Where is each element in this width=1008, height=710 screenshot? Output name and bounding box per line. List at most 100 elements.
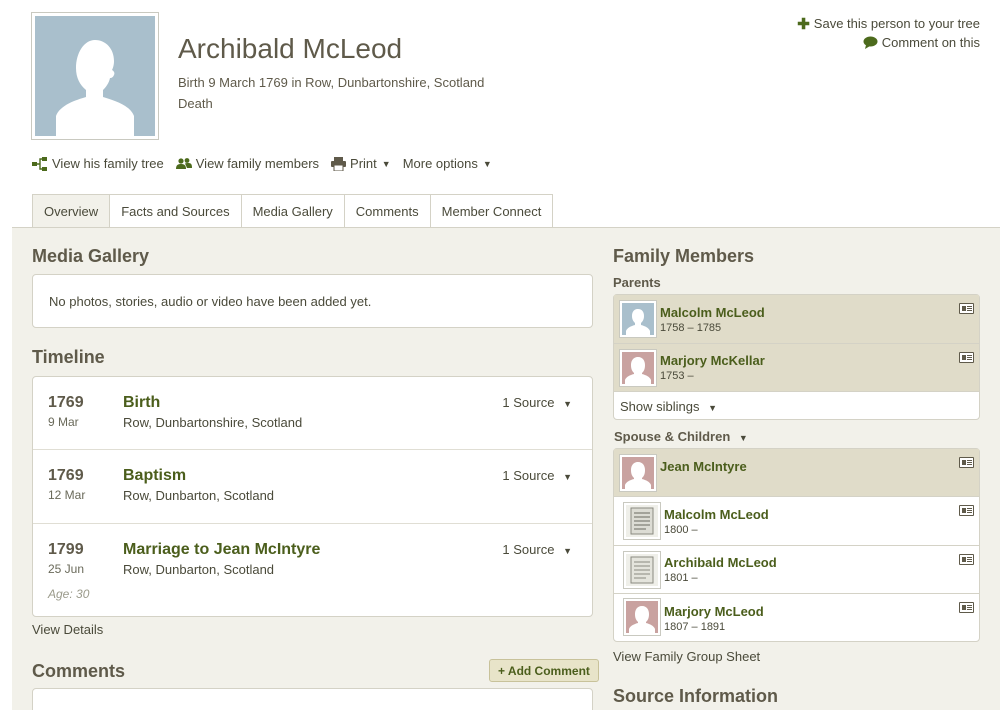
comment-link[interactable]: Comment on this: [797, 33, 980, 52]
view-family-group-sheet-link[interactable]: View Family Group Sheet: [613, 649, 760, 664]
parent-dates: 1758 – 1785: [660, 322, 722, 334]
tab-media-gallery[interactable]: Media Gallery: [241, 194, 345, 228]
child-name[interactable]: Archibald McLeod: [664, 555, 777, 570]
document-thumbnail-icon: [624, 552, 660, 588]
timeline-title: Timeline: [32, 347, 105, 367]
birth-fact: Birth 9 March 1769 in Row, Dunbartonshir…: [178, 75, 485, 90]
overview-panel: Media Gallery No photos, stories, audio …: [12, 227, 1000, 710]
media-gallery-card: No photos, stories, audio or video have …: [32, 274, 593, 328]
profile-card-icon[interactable]: [959, 505, 974, 516]
timeline-age: Age: 30: [48, 587, 90, 601]
media-empty-message: No photos, stories, audio or video have …: [49, 294, 372, 309]
spouse-row[interactable]: Jean McIntyre: [614, 449, 979, 497]
source-count: 1 Source: [502, 395, 555, 410]
male-silhouette-icon: [56, 40, 134, 136]
chevron-down-icon: ▼: [563, 546, 572, 556]
add-comment-button[interactable]: + Add Comment: [489, 659, 599, 682]
source-information-title: Source Information: [613, 686, 779, 706]
profile-photo-placeholder[interactable]: [32, 13, 158, 139]
chevron-down-icon: ▼: [381, 158, 391, 169]
tab-bar: Overview Facts and Sources Media Gallery…: [32, 194, 554, 228]
spouse-children-card: Jean McIntyre Malcolm McLeod 1800 – Arch…: [613, 448, 980, 642]
view-family-tree-label: View his family tree: [52, 156, 164, 171]
print-label: Print: [350, 156, 377, 171]
chevron-down-icon: ▼: [482, 158, 492, 169]
chevron-down-icon: ▼: [563, 399, 572, 409]
show-siblings-label: Show siblings: [620, 399, 700, 414]
comments-card: [32, 688, 593, 710]
timeline-event[interactable]: Birth: [123, 394, 160, 412]
tab-comments[interactable]: Comments: [344, 194, 431, 228]
male-avatar-icon: [620, 301, 656, 337]
parent-name[interactable]: Malcolm McLeod: [660, 305, 765, 320]
family-tree-icon: [32, 156, 47, 171]
timeline-item: 1799 25 Jun Marriage to Jean McIntyre Ro…: [33, 524, 592, 616]
timeline-date: 25 Jun: [48, 562, 85, 576]
comments-title: Comments: [32, 661, 126, 681]
view-family-members-link[interactable]: View family members: [175, 156, 320, 171]
profile-card-icon[interactable]: [959, 554, 974, 565]
plus-icon: ✚: [797, 15, 810, 33]
female-avatar-icon: [620, 455, 656, 491]
source-dropdown[interactable]: 1 Source ▼: [502, 395, 572, 410]
chevron-down-icon: ▼: [708, 403, 718, 413]
child-row[interactable]: Archibald McLeod 1801 –: [614, 546, 979, 594]
chevron-down-icon: ▼: [738, 433, 748, 443]
parent-name[interactable]: Marjory McKellar: [660, 353, 765, 368]
tab-facts-and-sources[interactable]: Facts and Sources: [110, 194, 242, 228]
view-details-link[interactable]: View Details: [32, 622, 103, 637]
save-person-link[interactable]: ✚ Save this person to your tree: [797, 14, 980, 33]
profile-card-icon[interactable]: [959, 457, 974, 468]
child-row[interactable]: Marjory McLeod 1807 – 1891: [614, 594, 979, 641]
profile-card-icon[interactable]: [959, 352, 974, 363]
child-row[interactable]: Malcolm McLeod 1800 –: [614, 497, 979, 546]
female-avatar-icon: [624, 599, 660, 635]
tab-overview[interactable]: Overview: [32, 194, 111, 228]
parent-row[interactable]: Marjory McKellar 1753 –: [614, 344, 979, 392]
top-actions: ✚ Save this person to your tree Comment …: [797, 14, 980, 52]
source-dropdown[interactable]: 1 Source ▼: [502, 468, 572, 483]
chevron-down-icon: ▼: [563, 472, 572, 482]
person-header: Archibald McLeod Birth 9 March 1769 in R…: [0, 0, 1008, 228]
show-siblings-toggle[interactable]: Show siblings ▼: [620, 399, 717, 414]
child-dates: 1801 –: [664, 572, 698, 584]
source-dropdown[interactable]: 1 Source ▼: [502, 542, 572, 557]
parent-row[interactable]: Malcolm McLeod 1758 – 1785: [614, 295, 979, 344]
timeline-event[interactable]: Marriage to Jean McIntyre: [123, 541, 320, 559]
parents-label: Parents: [613, 275, 661, 290]
child-name[interactable]: Marjory McLeod: [664, 604, 764, 619]
child-dates: 1807 – 1891: [664, 621, 726, 633]
timeline-year: 1769: [48, 394, 84, 411]
tools-row: View his family tree View family members…: [32, 156, 504, 171]
tab-member-connect[interactable]: Member Connect: [430, 194, 554, 228]
spouse-children-toggle[interactable]: Spouse & Children ▼: [614, 429, 748, 444]
timeline-place: Row, Dunbartonshire, Scotland: [123, 415, 303, 430]
comment-label: Comment on this: [881, 35, 980, 50]
save-person-label: Save this person to your tree: [813, 16, 980, 31]
print-menu[interactable]: Print ▼: [331, 156, 391, 171]
media-gallery-title: Media Gallery: [32, 246, 150, 266]
timeline-card: 1769 9 Mar Birth Row, Dunbartonshire, Sc…: [32, 376, 593, 617]
death-fact: Death: [178, 96, 213, 111]
parent-dates: 1753 –: [660, 370, 694, 382]
child-name[interactable]: Malcolm McLeod: [664, 507, 769, 522]
timeline-year: 1769: [48, 467, 84, 484]
timeline-date: 9 Mar: [48, 415, 79, 429]
spouse-name[interactable]: Jean McIntyre: [660, 459, 747, 474]
view-family-members-label: View family members: [195, 156, 320, 171]
timeline-year: 1799: [48, 541, 84, 558]
source-count: 1 Source: [502, 468, 555, 483]
family-members-title: Family Members: [613, 246, 755, 266]
timeline-item: 1769 9 Mar Birth Row, Dunbartonshire, Sc…: [33, 377, 592, 450]
profile-card-icon[interactable]: [959, 602, 974, 613]
more-options-menu[interactable]: More options ▼: [403, 156, 492, 171]
profile-card-icon[interactable]: [959, 303, 974, 314]
spouse-children-label: Spouse & Children: [614, 429, 731, 444]
view-family-tree-link[interactable]: View his family tree: [32, 156, 164, 171]
people-icon: [175, 158, 192, 169]
timeline-event[interactable]: Baptism: [123, 467, 186, 485]
speech-bubble-icon: [863, 36, 878, 49]
timeline-item: 1769 12 Mar Baptism Row, Dunbarton, Scot…: [33, 450, 592, 524]
document-thumbnail-icon: [624, 503, 660, 539]
source-count: 1 Source: [502, 542, 555, 557]
